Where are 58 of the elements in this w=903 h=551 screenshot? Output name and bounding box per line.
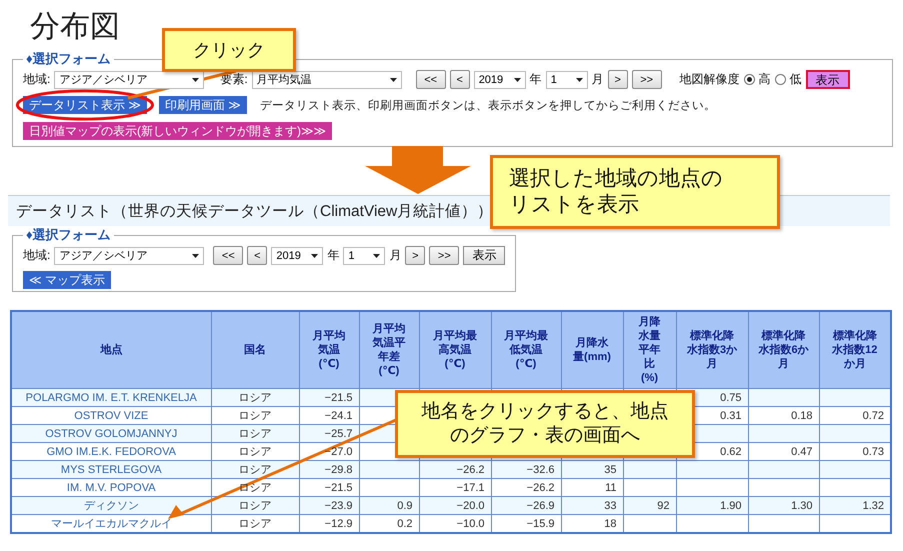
radio-label: 高	[758, 71, 771, 88]
print-view-button[interactable]: 印刷用画面 ≫	[158, 96, 247, 114]
column-header: 国名	[211, 311, 299, 388]
daily-map-button[interactable]: 日別値マップの表示(新しいウィンドウが開きます)≫≫	[23, 122, 332, 140]
dropdown[interactable]: 2019	[474, 70, 526, 88]
caret-icon	[311, 254, 318, 258]
dropdown[interactable]: アジア／シベリア	[54, 246, 204, 264]
caret-icon	[390, 78, 397, 82]
dropdown[interactable]: 2019	[271, 246, 324, 264]
column-header: 標準化降水指数12か月	[819, 311, 891, 388]
show-button[interactable]: 表示	[806, 70, 850, 89]
year-label: 年	[327, 247, 340, 264]
resolution-label: 地図解像度	[680, 71, 740, 88]
next-button[interactable]: >>	[429, 246, 460, 265]
column-header: 月降水量(mm)	[561, 311, 623, 388]
dropdown[interactable]: アジア／シベリア	[54, 70, 204, 88]
dropdown[interactable]: 1	[343, 246, 386, 264]
callout: 地名をクリックすると、地点のグラフ・表の画面へ	[395, 390, 695, 458]
dropdown[interactable]: 月平均気温	[252, 70, 402, 88]
region-label: 地域:	[23, 247, 50, 264]
previous-button[interactable]: <<	[213, 246, 244, 265]
form-legend: ♦選択フォーム	[23, 226, 114, 244]
next-button[interactable]: >	[608, 70, 628, 89]
dropdown[interactable]: 1	[546, 70, 588, 88]
previous-button[interactable]: <<	[416, 70, 446, 89]
caret-icon	[192, 254, 200, 258]
radio-button[interactable]	[744, 74, 755, 85]
column-header: 月降水量平年比(%)	[623, 311, 676, 388]
column-header: 月平均気温(℃)	[299, 311, 359, 388]
caret-icon	[192, 78, 200, 82]
callout: 選択した地域の地点のリストを表示	[490, 155, 780, 229]
next-button[interactable]: >>	[632, 70, 662, 89]
previous-button[interactable]: <	[450, 70, 470, 89]
month-label: 月	[389, 247, 402, 264]
radio-button[interactable]	[774, 74, 786, 85]
column-header: 地点	[11, 311, 211, 388]
column-header: 標準化降水指数3か月	[676, 311, 748, 388]
data-list-button[interactable]: データリスト表示 ≫	[23, 96, 147, 114]
previous-button[interactable]: <	[247, 246, 268, 265]
caret-icon	[373, 254, 380, 258]
column-header: 月平均最高気温(℃)	[419, 311, 491, 388]
page-title: 分布図	[29, 9, 121, 45]
year-label: 年	[530, 71, 542, 88]
show-button[interactable]: 表示	[463, 246, 506, 265]
map-view-button[interactable]: ≪ マップ表示	[23, 271, 111, 289]
next-button[interactable]: >	[405, 246, 426, 265]
column-header: 月平均気温平年差(℃)	[359, 311, 419, 388]
radio-label: 低	[790, 71, 802, 88]
note-text: データリスト表示、印刷用画面ボタンは、表示ボタンを押してからご利用ください。	[260, 98, 716, 112]
form-legend: ♦選択フォーム	[23, 50, 114, 68]
caret-icon	[514, 78, 521, 82]
caret-icon	[576, 78, 583, 82]
column-header: 月平均最低気温(℃)	[491, 311, 561, 388]
down-arrow-icon	[365, 146, 471, 194]
column-header: 標準化降水指数6か月	[748, 311, 819, 388]
region-label: 地域:	[23, 71, 50, 88]
month-label: 月	[592, 71, 604, 88]
callout: クリック	[162, 28, 296, 72]
